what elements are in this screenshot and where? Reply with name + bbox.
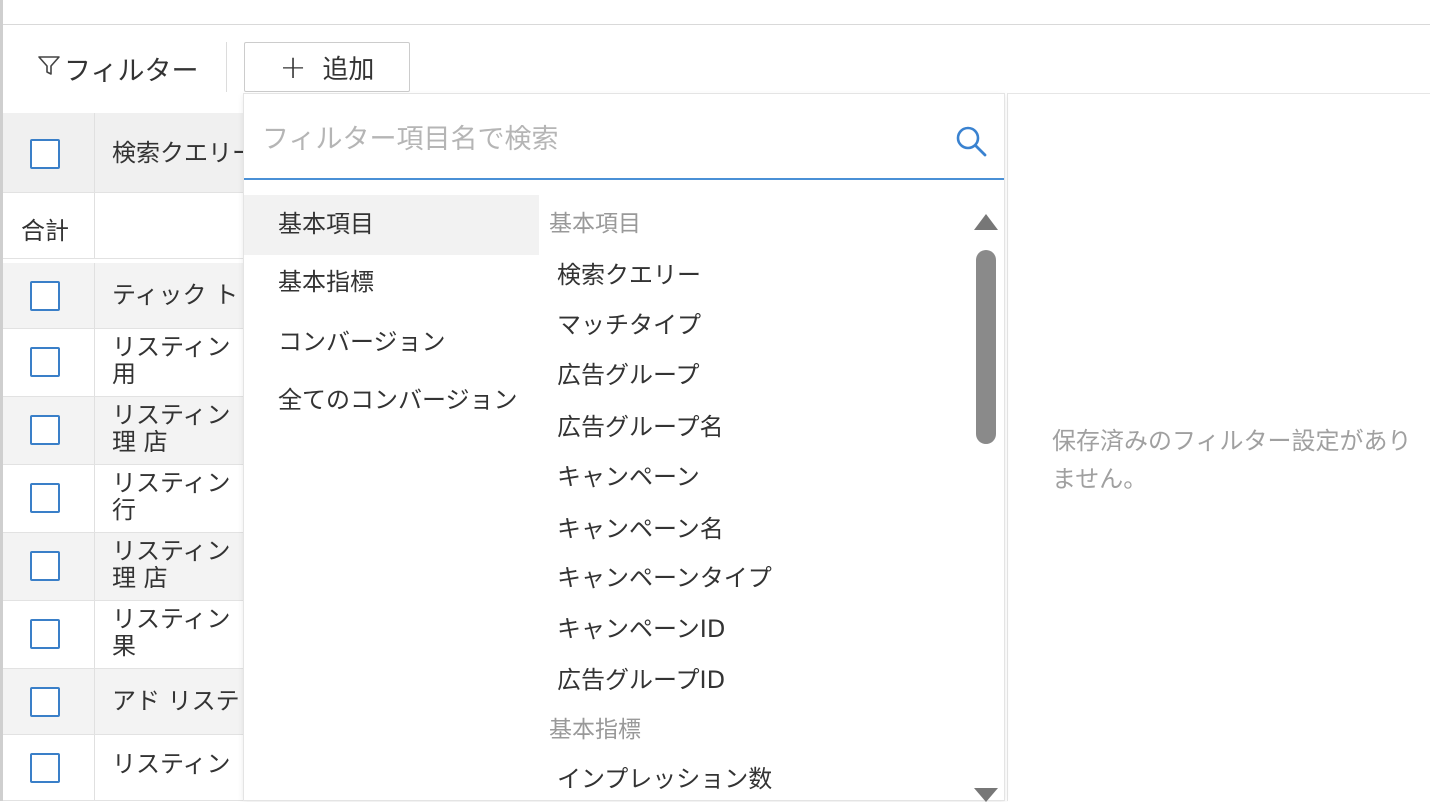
row-checkbox[interactable]: [30, 551, 60, 581]
row-checkbox[interactable]: [30, 347, 60, 377]
filter-item[interactable]: 広告グループ: [557, 355, 700, 390]
table-row[interactable]: リスティン 理 店: [3, 533, 248, 601]
table-row[interactable]: リスティン: [3, 735, 248, 801]
filter-item[interactable]: 広告グループ名: [557, 407, 724, 442]
table-header-row: 検索クエリー: [3, 113, 256, 193]
column-separator: [94, 669, 95, 734]
group-title-basic-items: 基本項目: [549, 211, 641, 237]
row-query: ティック ト: [112, 281, 239, 309]
scrollbar-thumb[interactable]: [976, 250, 996, 444]
filter-item[interactable]: キャンペーン: [557, 457, 700, 492]
table-row[interactable]: アド リステ: [3, 669, 248, 735]
column-separator: [94, 329, 95, 396]
total-label: 合計: [21, 217, 69, 245]
table-row[interactable]: リスティン 用: [3, 329, 248, 397]
row-query: リスティン: [112, 605, 231, 633]
filter-search-input[interactable]: [260, 116, 944, 162]
filter-item[interactable]: キャンペーン名: [557, 509, 724, 544]
row-checkbox[interactable]: [30, 687, 60, 717]
filter-item[interactable]: 広告グループID: [557, 660, 725, 695]
row-query: リスティン: [112, 401, 231, 429]
column-separator: [94, 533, 95, 600]
table-row[interactable]: リスティン 行: [3, 465, 248, 533]
row-checkbox[interactable]: [30, 281, 60, 311]
top-bar: [0, 0, 1430, 25]
table-row[interactable]: リスティン 果: [3, 601, 248, 669]
row-query: リスティン: [112, 537, 231, 565]
filter-item[interactable]: 検索クエリー: [557, 255, 701, 290]
select-all-checkbox[interactable]: [30, 139, 60, 169]
table-row[interactable]: ティック ト: [3, 263, 248, 329]
category-basic-metrics[interactable]: 基本指標: [244, 267, 539, 297]
row-query: リスティン: [112, 469, 231, 497]
row-query-line2: 用: [112, 360, 136, 388]
filter-button[interactable]: フィルター: [36, 49, 198, 88]
filter-item[interactable]: インプレッション数: [557, 759, 772, 794]
row-checkbox[interactable]: [30, 483, 60, 513]
plus-icon: +: [279, 48, 307, 86]
category-basic-items[interactable]: 基本項目: [244, 195, 539, 255]
table-row[interactable]: リスティン 理 店: [3, 397, 248, 465]
column-separator: [94, 113, 95, 192]
column-separator: [94, 735, 95, 800]
filter-dropdown: 基本項目 基本指標 コンバージョン 全てのコンバージョン 基本項目 検索クエリー…: [243, 93, 1005, 802]
column-separator: [94, 397, 95, 464]
column-separator: [94, 465, 95, 532]
saved-filters-empty-message: 保存済みのフィルター設定がありません。: [1052, 427, 1412, 493]
column-header-query[interactable]: 検索クエリー: [112, 139, 256, 168]
funnel-icon: [36, 52, 64, 85]
row-query-line2: 果: [112, 632, 136, 660]
group-title-basic-metrics: 基本指標: [549, 717, 641, 743]
scroll-up-arrow-icon[interactable]: [974, 214, 998, 230]
filter-label: フィルター: [64, 56, 199, 87]
search-icon[interactable]: [954, 124, 988, 158]
filter-search-bar: [244, 94, 1004, 180]
filter-item[interactable]: マッチタイプ: [557, 305, 701, 340]
row-query-line2: 理 店: [112, 428, 168, 456]
column-separator: [94, 263, 95, 328]
column-separator: [94, 193, 95, 258]
row-query: リスティン: [112, 750, 231, 778]
scroll-down-arrow-icon[interactable]: [974, 788, 998, 802]
row-query-line2: 行: [112, 496, 136, 524]
category-all-conversions[interactable]: 全てのコンバージョン: [244, 385, 524, 415]
toolbar-separator: [226, 42, 227, 92]
column-separator: [94, 601, 95, 668]
filter-item[interactable]: キャンペーンID: [557, 609, 725, 644]
filter-item[interactable]: キャンペーンタイプ: [557, 558, 772, 593]
row-checkbox[interactable]: [30, 753, 60, 783]
category-conversion[interactable]: コンバージョン: [244, 327, 539, 357]
row-checkbox[interactable]: [30, 415, 60, 445]
add-filter-button[interactable]: + 追加: [244, 42, 410, 92]
row-query: アド リステ: [112, 687, 240, 715]
row-checkbox[interactable]: [30, 619, 60, 649]
row-query-line2: 理 店: [112, 564, 168, 592]
results-table: 検索クエリー 合計 ティック ト リスティン 用 リスティン 理 店 リスティン…: [3, 113, 256, 801]
add-label: 追加: [322, 54, 375, 85]
table-total-row: 合計: [3, 193, 248, 259]
row-query: リスティン: [112, 333, 231, 361]
